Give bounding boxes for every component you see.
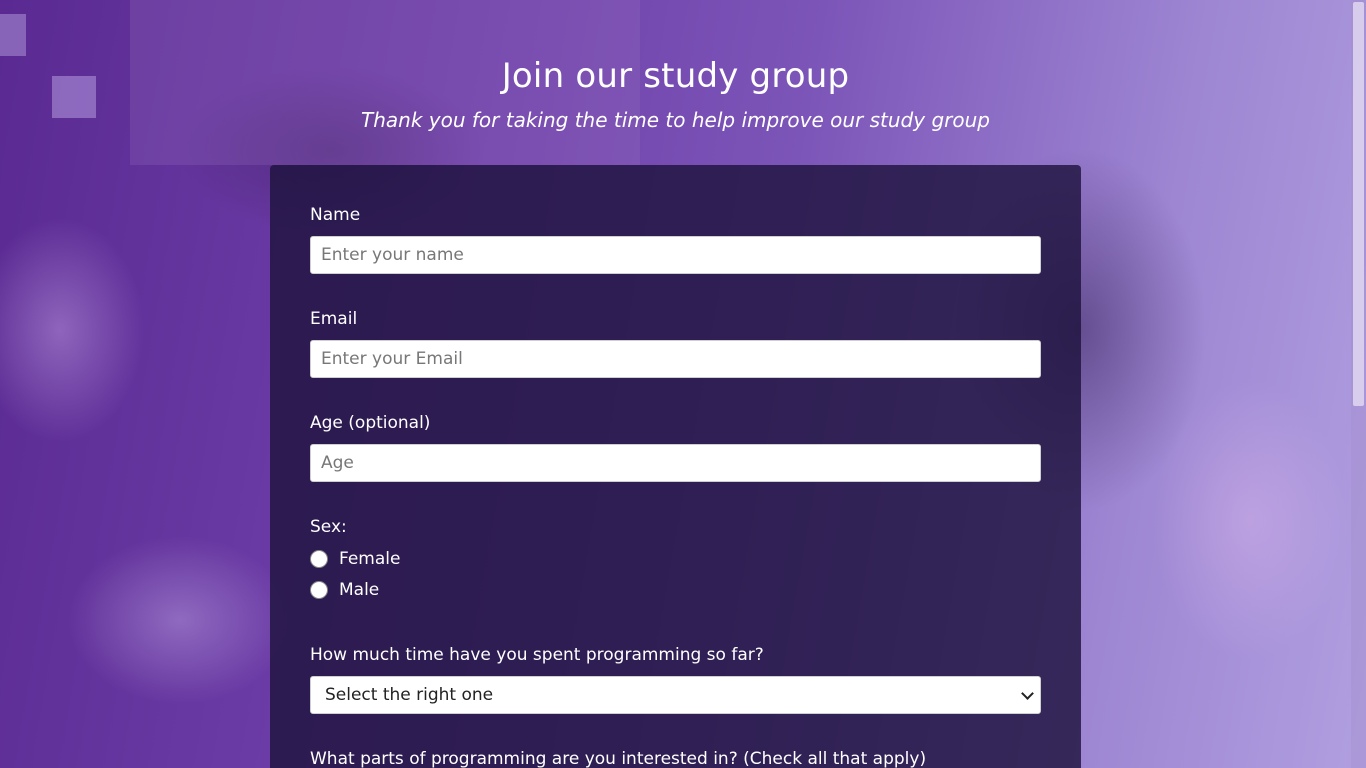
age-label: Age (optional) (310, 413, 431, 433)
email-input[interactable] (310, 340, 1041, 378)
radio-option-female[interactable]: Female (310, 547, 400, 571)
radio-label-male: Male (339, 580, 380, 600)
name-input[interactable] (310, 236, 1041, 274)
name-label: Name (310, 205, 361, 225)
email-label: Email (310, 309, 358, 329)
page: Join our study group Thank you for takin… (0, 0, 1366, 768)
radio-button[interactable] (310, 550, 328, 568)
radio-button[interactable] (310, 581, 328, 599)
radio-option-male[interactable]: Male (310, 578, 379, 602)
experience-select-value: Select the right one (325, 685, 494, 705)
experience-label: How much time have you spent programming… (310, 645, 764, 665)
scrollbar[interactable] (1351, 0, 1366, 768)
sex-label: Sex: (310, 517, 347, 537)
age-input[interactable] (310, 444, 1041, 482)
survey-form: Name Email Age (optional) Sex: Female Ma… (270, 165, 1081, 768)
background-note (0, 14, 26, 56)
page-title: Join our study group (501, 56, 850, 96)
page-subtitle: Thank you for taking the time to help im… (361, 108, 990, 132)
interests-label: What parts of programming are you intere… (310, 749, 927, 768)
scrollbar-thumb[interactable] (1353, 2, 1364, 406)
chevron-down-icon (1021, 686, 1034, 700)
radio-label-female: Female (339, 549, 401, 569)
experience-select[interactable]: Select the right one (310, 676, 1041, 714)
